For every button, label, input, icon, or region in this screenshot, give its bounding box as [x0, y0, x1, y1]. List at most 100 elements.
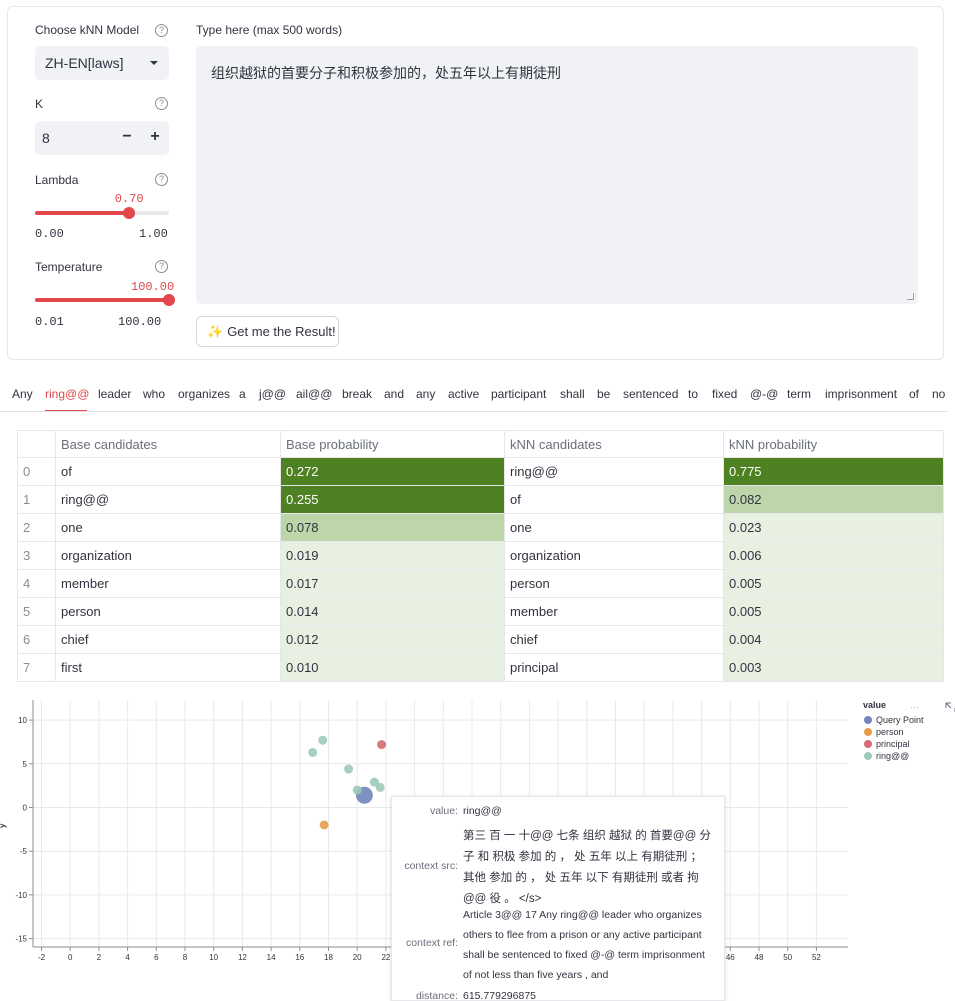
- token-tab[interactable]: of: [909, 387, 919, 401]
- column-header[interactable]: kNN probability: [723, 430, 944, 458]
- column-header[interactable]: Base candidates: [55, 430, 281, 458]
- token-tab[interactable]: j@@: [259, 387, 286, 401]
- token-tab[interactable]: organizes: [178, 387, 230, 401]
- token-tab[interactable]: sentenced: [623, 387, 678, 401]
- x-tick-label: 0: [68, 953, 73, 962]
- x-tick-label: 50: [783, 953, 792, 962]
- tooltip-distance-key: distance:: [415, 990, 458, 1001]
- expand-icon[interactable]: [945, 702, 955, 712]
- source-text-area[interactable]: 组织越狱的首要分子和积极参加的，处五年以上有期徒刑: [196, 46, 918, 304]
- candidates-table: Base candidates Base probability kNN candi…: [17, 430, 944, 682]
- data-point-ring[interactable]: [318, 735, 328, 745]
- token-tab[interactable]: Any: [12, 387, 33, 401]
- table-cell: 0.004: [723, 625, 944, 654]
- model-select[interactable]: ZH-EN[laws]: [35, 46, 169, 80]
- point-tooltip: value: ring@@ context src: 第三 百 一 十@@ 七条…: [391, 796, 725, 1001]
- tooltip-context-src: 第三 百 一 十@@ 七条 组织 越狱 的 首要@@ 分子 和 积极 参加 的 …: [463, 830, 711, 905]
- tooltip-value-key: value:: [429, 805, 458, 817]
- resize-handle-icon[interactable]: [907, 293, 914, 300]
- temperature-slider-thumb[interactable]: [163, 294, 175, 306]
- temperature-slider[interactable]: [35, 298, 169, 302]
- table-cell: 0.005: [723, 597, 944, 626]
- lambda-slider[interactable]: [35, 211, 169, 215]
- x-tick-label: 18: [324, 953, 333, 962]
- table-row: 1 ring@@ 0.255 of 0.082: [17, 485, 944, 514]
- source-text[interactable]: 组织越狱的首要分子和积极参加的，处五年以上有期徒刑: [211, 63, 561, 83]
- token-tab[interactable]: and: [384, 387, 404, 401]
- lambda-help-icon[interactable]: ?: [155, 173, 168, 186]
- x-tick-label: 52: [812, 953, 821, 962]
- table-cell: organization: [504, 541, 724, 570]
- table-cell: member: [504, 597, 724, 626]
- token-tab[interactable]: to: [688, 387, 698, 401]
- row-index: 7: [17, 653, 56, 682]
- token-tab[interactable]: who: [143, 387, 165, 401]
- token-tab[interactable]: @-@: [750, 387, 778, 401]
- get-result-button[interactable]: ✨ Get me the Result!: [196, 316, 339, 347]
- lambda-max: 1.00: [139, 227, 168, 241]
- table-cell: 0.272: [280, 457, 505, 486]
- token-tab[interactable]: ail@@: [296, 387, 332, 401]
- x-tick-label: 4: [125, 953, 130, 962]
- token-tab[interactable]: imprisonment: [825, 387, 897, 401]
- table-row: 7 first 0.010 principal 0.003: [17, 653, 944, 682]
- x-tick-label: -2: [38, 953, 46, 962]
- token-tab[interactable]: active: [448, 387, 479, 401]
- token-tab[interactable]: shall: [560, 387, 585, 401]
- temperature-help-icon[interactable]: ?: [155, 260, 168, 273]
- data-point-ring[interactable]: [344, 764, 354, 774]
- y-axis-label: y: [0, 823, 7, 828]
- table-cell: 0.255: [280, 485, 505, 514]
- legend-swatch: [864, 728, 872, 736]
- table-cell: chief: [55, 625, 281, 654]
- token-tab[interactable]: no: [932, 387, 945, 401]
- token-tab[interactable]: participant: [491, 387, 546, 401]
- table-row: 2 one 0.078 one 0.023: [17, 513, 944, 542]
- model-help-icon[interactable]: ?: [155, 24, 168, 37]
- column-header[interactable]: [17, 430, 56, 458]
- token-tab[interactable]: any: [416, 387, 435, 401]
- temperature-min: 0.01: [35, 315, 64, 329]
- column-header[interactable]: Base probability: [280, 430, 505, 458]
- data-point-ring[interactable]: [308, 747, 318, 757]
- column-header[interactable]: kNN candidates: [504, 430, 724, 458]
- token-tab[interactable]: ring@@: [45, 387, 89, 401]
- lambda-slider-thumb[interactable]: [122, 207, 135, 219]
- more-options-icon[interactable]: ···: [910, 702, 919, 712]
- token-tab[interactable]: leader: [98, 387, 131, 401]
- data-point-ring[interactable]: [352, 785, 362, 795]
- table-cell: 0.082: [723, 485, 944, 514]
- table-cell: of: [55, 457, 281, 486]
- token-tab[interactable]: fixed: [712, 387, 737, 401]
- data-point-principal[interactable]: [377, 740, 387, 750]
- token-tab[interactable]: be: [597, 387, 610, 401]
- token-tab[interactable]: term: [787, 387, 811, 401]
- x-tick-label: 14: [267, 953, 276, 962]
- table-cell: 0.019: [280, 541, 505, 570]
- table-cell: person: [55, 597, 281, 626]
- data-point-ring[interactable]: [375, 782, 385, 792]
- temperature-slider-fill: [35, 298, 169, 302]
- data-point-person[interactable]: [319, 820, 329, 830]
- k-number-input[interactable]: 8 − +: [35, 121, 169, 155]
- token-tab[interactable]: break: [342, 387, 372, 401]
- table-cell: 0.014: [280, 597, 505, 626]
- x-tick-label: 20: [353, 953, 362, 962]
- table-cell: chief: [504, 625, 724, 654]
- tooltip-context-ref: Article 3@@ 17 Any ring@@ leader who org…: [463, 909, 705, 981]
- row-index: 2: [17, 513, 56, 542]
- token-tab[interactable]: a: [239, 387, 246, 401]
- k-increment-button[interactable]: +: [147, 128, 163, 146]
- output-token-tabs: Any ring@@ leader who organizes a j@@ ail@@ brea…: [0, 384, 948, 412]
- k-value[interactable]: 8: [42, 130, 50, 146]
- lambda-value: 0.70: [114, 192, 144, 206]
- table-cell: one: [504, 513, 724, 542]
- table-cell: organization: [55, 541, 281, 570]
- k-decrement-button[interactable]: −: [119, 128, 135, 146]
- lambda-slider-fill: [35, 211, 129, 215]
- x-tick-label: 48: [755, 953, 764, 962]
- table-cell: 0.003: [723, 653, 944, 682]
- legend-label: person: [876, 727, 904, 737]
- k-help-icon[interactable]: ?: [155, 97, 168, 110]
- legend-swatch: [864, 740, 872, 748]
